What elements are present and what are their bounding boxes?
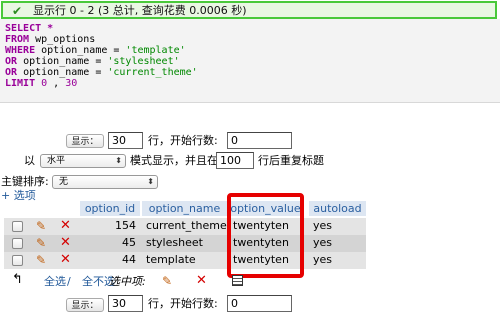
display-mode-value: 水平: [47, 156, 66, 166]
edit-pencil-icon[interactable]: ✎: [36, 236, 46, 250]
selected-items-label: 选中项:: [109, 275, 146, 288]
cell-option-id: 45: [122, 236, 136, 249]
show-button[interactable]: 显示：: [66, 134, 104, 148]
delete-x-icon[interactable]: ✕: [60, 219, 71, 233]
options-link[interactable]: + 选项: [1, 189, 36, 203]
select-arrow-icon: ⬍: [115, 156, 122, 165]
bulk-edit-pencil-icon[interactable]: ✎: [162, 274, 172, 288]
column-header-option-name[interactable]: option_name: [142, 201, 227, 216]
delete-x-icon[interactable]: ✕: [60, 236, 71, 250]
row-checkbox[interactable]: [12, 255, 23, 266]
cell-option-name: stylesheet: [146, 236, 203, 249]
cell-autoload: yes: [313, 219, 333, 232]
table-row: ✎ ✕ 44 template twentyten yes: [4, 252, 366, 269]
cell-option-name: current_theme: [146, 219, 227, 232]
repeat-header-input[interactable]: 100: [216, 152, 254, 169]
sql-line-4: OR option_name = 'stylesheet': [5, 56, 180, 67]
bulk-delete-x-icon[interactable]: ✕: [196, 274, 207, 288]
select-arrow-icon: ⬍: [147, 177, 154, 186]
display-mode-select[interactable]: 水平 ⬍: [40, 154, 126, 168]
success-banner: ✔ 显示行 0 - 2 (3 总计, 查询花费 0.0006 秒): [1, 1, 497, 19]
cell-autoload: yes: [313, 236, 333, 249]
rows-label: 行，开始行数:: [148, 134, 218, 147]
sql-line-6: LIMIT 0 , 30: [5, 78, 78, 89]
row-checkbox[interactable]: [12, 238, 23, 249]
cell-option-id: 154: [115, 219, 136, 232]
select-all-link[interactable]: 全选: [44, 275, 66, 289]
mode-prefix-label: 以: [24, 154, 35, 167]
sql-line-3: WHERE option_name = 'template': [5, 45, 186, 56]
check-icon: ✔: [12, 4, 23, 18]
sql-query-box: SELECT * FROM wp_options WHERE option_na…: [0, 19, 500, 103]
row-checkbox[interactable]: [12, 221, 23, 232]
banner-message: 显示行 0 - 2 (3 总计, 查询花费 0.0006 秒): [33, 4, 247, 17]
table-row: ✎ ✕ 45 stylesheet twentyten yes: [4, 235, 366, 252]
sort-select[interactable]: 无 ⬍: [52, 175, 158, 189]
sort-value: 无: [59, 177, 69, 187]
edit-pencil-icon[interactable]: ✎: [36, 219, 46, 233]
cell-autoload: yes: [313, 253, 333, 266]
sql-line-2: FROM wp_options: [5, 34, 96, 45]
rows-input[interactable]: 30: [108, 132, 143, 149]
column-header-autoload[interactable]: autoload: [309, 201, 366, 216]
rows-label-bottom: 行，开始行数:: [148, 297, 218, 310]
start-row-input-bottom[interactable]: 0: [227, 295, 292, 312]
repeat-header-label: 行后重复标题: [258, 154, 324, 167]
start-row-input[interactable]: 0: [227, 132, 292, 149]
highlight-annotation: [227, 193, 304, 278]
sql-line-5: OR option_name = 'current_theme': [5, 67, 198, 78]
select-arrow-return-icon: ↰: [12, 272, 23, 287]
column-header-option-id[interactable]: option_id: [80, 201, 140, 216]
cell-option-id: 44: [122, 253, 136, 266]
cell-option-name: template: [146, 253, 196, 266]
sort-label: 主键排序:: [1, 175, 49, 188]
sql-line-1: SELECT *: [5, 23, 54, 34]
export-table-icon[interactable]: [232, 275, 243, 286]
delete-x-icon[interactable]: ✕: [60, 253, 71, 267]
edit-pencil-icon[interactable]: ✎: [36, 253, 46, 267]
link-separator: /: [67, 275, 71, 288]
table-row: ✎ ✕ 154 current_theme twentyten yes: [4, 218, 366, 235]
rows-input-bottom[interactable]: 30: [108, 295, 143, 312]
mode-label: 模式显示，并且在: [130, 154, 218, 167]
